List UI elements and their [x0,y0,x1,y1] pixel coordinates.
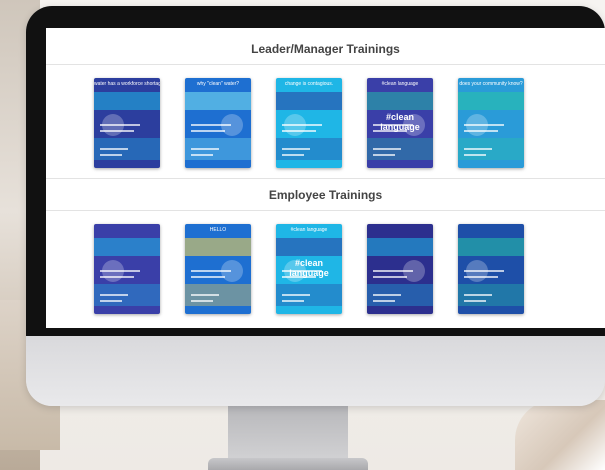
poster-thumbnail[interactable] [367,224,433,314]
poster-thumbnail[interactable]: #clean language #clean language [367,78,433,168]
poster-headline [94,224,160,236]
poster-band [367,92,433,110]
poster-row-leader-manager: water has a workforce shortage. why "clea… [46,78,605,188]
poster-headline [458,224,524,236]
poster-thumbnail[interactable]: why "clean" water? [185,78,251,168]
poster-text-line [191,130,225,132]
poster-text-line [464,148,492,150]
poster-text-line [100,148,128,150]
poster-text-line [464,294,492,296]
poster-band [276,92,342,110]
poster-text-line [464,154,486,156]
poster-text-line [282,154,304,156]
poster-text-line [191,300,213,302]
poster-thumbnail[interactable] [458,224,524,314]
poster-band [94,92,160,110]
poster-text-line [282,300,304,302]
poster-band [458,238,524,256]
monitor-chin [26,336,605,406]
section-title-leader-manager: Leader/Manager Trainings [251,42,400,56]
poster-thumbnail[interactable]: HELLO [185,224,251,314]
poster-band [94,238,160,256]
poster-text-line [464,130,498,132]
poster-text-line [191,270,231,272]
poster-band [458,92,524,110]
poster-text-line [373,300,395,302]
poster-text-line [282,294,310,296]
poster-headline: #clean language [381,81,419,87]
poster-text-line [100,130,134,132]
screen-webpage: Leader/Manager Trainings water has a wor… [46,28,605,328]
poster-headline: change is contagious. [284,81,334,87]
poster-band [276,238,342,256]
poster-headline [367,224,433,236]
poster-headline: why "clean" water? [196,81,240,87]
poster-thumbnail[interactable] [94,224,160,314]
monitor-stand-foot [208,458,368,470]
poster-headline: water has a workforce shortage. [94,81,160,87]
poster-text-line [100,276,134,278]
poster-text-line [191,148,219,150]
poster-band [185,238,251,256]
poster-text-line [373,154,395,156]
poster-text-line [464,300,486,302]
poster-text-line [282,124,322,126]
poster-thumbnail[interactable]: does your community know? [458,78,524,168]
poster-row-employee: HELLO #clean language #clean language [46,224,605,328]
poster-text-line [100,124,140,126]
poster-text-line [100,294,128,296]
divider [46,178,605,179]
poster-text-line [100,300,122,302]
divider [46,64,605,65]
poster-text-line [191,276,225,278]
poster-band [185,92,251,110]
poster-text-line [373,294,401,296]
poster-text-line [100,154,122,156]
poster-text-line [373,270,413,272]
poster-text-line [464,124,504,126]
poster-big-text: #clean language [289,258,329,278]
poster-text-line [373,148,401,150]
poster-big-text: #clean language [380,112,420,132]
poster-headline: HELLO [209,227,227,233]
poster-text-line [464,276,498,278]
poster-text-line [282,130,316,132]
poster-text-line [373,276,407,278]
poster-thumbnail[interactable]: water has a workforce shortage. [94,78,160,168]
poster-text-line [191,154,213,156]
background-person [515,400,605,470]
poster-headline: does your community know? [459,81,523,87]
poster-headline: #clean language [290,227,328,233]
poster-thumbnail[interactable]: #clean language #clean language [276,224,342,314]
poster-band [367,238,433,256]
poster-text-line [282,148,310,150]
poster-thumbnail[interactable]: change is contagious. [276,78,342,168]
divider [46,210,605,211]
poster-text-line [100,270,140,272]
poster-text-line [191,294,219,296]
poster-text-line [464,270,504,272]
poster-text-line [191,124,231,126]
section-title-employee: Employee Trainings [268,188,383,202]
